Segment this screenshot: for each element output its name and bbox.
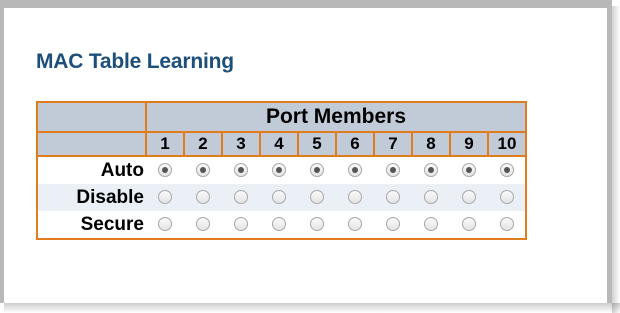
- mode-row-auto: Auto: [36, 156, 527, 184]
- mode-label: Auto: [36, 156, 146, 184]
- port-number-header: 4: [259, 131, 299, 157]
- radio-cell: [488, 156, 527, 184]
- mac-learning-table: Port Members 1 2 3 4 5 6 7 8 9 10 Auto Disable Secu…: [36, 101, 527, 240]
- radio-cell: [298, 156, 336, 184]
- radio-cell: [298, 211, 336, 240]
- port-number-header: 1: [145, 131, 185, 157]
- port-1-auto-radio[interactable]: [158, 163, 172, 178]
- radio-cell: [146, 211, 184, 240]
- mode-label: Disable: [36, 184, 146, 211]
- port-number-header: 8: [411, 131, 451, 157]
- frame-shadow-bottom: [4, 303, 620, 313]
- radio-cell: [260, 211, 298, 240]
- port-4-auto-radio[interactable]: [272, 163, 286, 178]
- radio-cell: [184, 184, 222, 211]
- port-3-secure-radio[interactable]: [234, 217, 248, 232]
- radio-cell: [374, 156, 412, 184]
- radio-cell: [222, 184, 260, 211]
- radio-cell: [336, 211, 374, 240]
- port-1-secure-radio[interactable]: [158, 217, 172, 232]
- port-8-auto-radio[interactable]: [424, 163, 438, 178]
- corner-cell: [36, 101, 147, 133]
- page-title: MAC Table Learning: [36, 50, 234, 73]
- port-7-secure-radio[interactable]: [386, 217, 400, 232]
- radio-cell: [336, 156, 374, 184]
- radio-cell: [222, 211, 260, 240]
- port-8-secure-radio[interactable]: [424, 217, 438, 232]
- mode-row-secure: Secure: [36, 211, 527, 240]
- port-6-auto-radio[interactable]: [348, 163, 362, 178]
- mode-label: Secure: [36, 211, 146, 240]
- port-number-header: 10: [487, 131, 527, 157]
- radio-cell: [450, 156, 488, 184]
- radio-cell: [146, 184, 184, 211]
- port-4-secure-radio[interactable]: [272, 217, 286, 232]
- radio-cell: [222, 156, 260, 184]
- radio-cell: [184, 211, 222, 240]
- frame-shadow-right: [612, 6, 620, 313]
- port-7-disable-radio[interactable]: [386, 190, 400, 205]
- port-number-header: 3: [221, 131, 261, 157]
- port-6-secure-radio[interactable]: [348, 217, 362, 232]
- port-number-row: 1 2 3 4 5 6 7 8 9 10: [36, 131, 527, 157]
- port-number-header: 7: [373, 131, 413, 157]
- radio-cell: [260, 184, 298, 211]
- port-members-header: Port Members: [145, 101, 527, 133]
- port-number-header: 6: [335, 131, 375, 157]
- radio-cell: [260, 156, 298, 184]
- port-2-auto-radio[interactable]: [196, 163, 210, 178]
- port-10-disable-radio[interactable]: [499, 190, 514, 205]
- radio-cell: [336, 184, 374, 211]
- port-3-disable-radio[interactable]: [234, 190, 248, 205]
- radio-cell: [374, 184, 412, 211]
- mode-row-disable: Disable: [36, 184, 527, 211]
- port-number-header: 2: [183, 131, 223, 157]
- port-1-disable-radio[interactable]: [158, 190, 172, 205]
- radio-cell: [488, 184, 527, 211]
- radio-cell: [450, 184, 488, 211]
- radio-cell: [488, 211, 527, 240]
- port-8-disable-radio[interactable]: [424, 190, 438, 205]
- radio-cell: [374, 211, 412, 240]
- port-9-auto-radio[interactable]: [462, 163, 476, 178]
- port-4-disable-radio[interactable]: [272, 190, 286, 205]
- radio-cell: [412, 211, 450, 240]
- port-number-header: 9: [449, 131, 489, 157]
- port-2-disable-radio[interactable]: [196, 190, 210, 205]
- port-3-auto-radio[interactable]: [234, 163, 248, 178]
- port-6-disable-radio[interactable]: [348, 190, 362, 205]
- port-number-header: 5: [297, 131, 337, 157]
- radio-cell: [450, 211, 488, 240]
- port-5-disable-radio[interactable]: [310, 190, 324, 205]
- port-5-auto-radio[interactable]: [310, 163, 324, 178]
- port-2-secure-radio[interactable]: [196, 217, 210, 232]
- port-7-auto-radio[interactable]: [386, 163, 400, 178]
- group-header-row: Port Members: [36, 101, 527, 133]
- radio-cell: [412, 156, 450, 184]
- port-9-secure-radio[interactable]: [462, 217, 476, 232]
- port-5-secure-radio[interactable]: [310, 217, 324, 232]
- radio-cell: [146, 156, 184, 184]
- corner-cell: [36, 131, 147, 157]
- port-9-disable-radio[interactable]: [462, 190, 476, 205]
- port-10-secure-radio[interactable]: [499, 217, 514, 232]
- radio-cell: [298, 184, 336, 211]
- radio-cell: [412, 184, 450, 211]
- port-10-auto-radio[interactable]: [499, 163, 514, 178]
- radio-cell: [184, 156, 222, 184]
